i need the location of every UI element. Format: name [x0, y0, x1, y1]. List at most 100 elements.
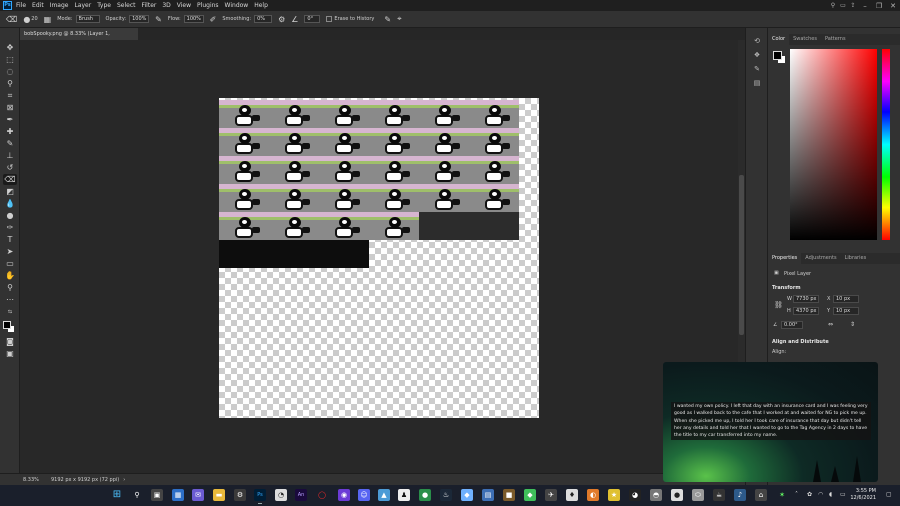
tray-app-icon[interactable]: ✿: [807, 491, 812, 498]
menu-image[interactable]: Image: [50, 2, 69, 9]
app-icon[interactable]: ●: [671, 489, 683, 501]
flow-input[interactable]: 100%: [183, 15, 204, 23]
crop-tool-icon[interactable]: ⌗: [3, 90, 17, 101]
flip-vertical-icon[interactable]: ⇕: [850, 321, 855, 328]
share-icon[interactable]: ⇪: [848, 2, 858, 9]
pressure-opacity-icon[interactable]: ✎: [155, 15, 162, 24]
menu-file[interactable]: File: [16, 2, 26, 9]
app-icon[interactable]: ⌂: [755, 489, 767, 501]
brushes-icon[interactable]: ✎: [752, 64, 762, 74]
notification-popup[interactable]: I wanted my own policy. I left that day …: [663, 362, 878, 482]
paint-bucket-icon[interactable]: ◩: [3, 186, 17, 197]
pen-tool-icon[interactable]: ✑: [3, 222, 17, 233]
app-icon[interactable]: ●: [419, 489, 431, 501]
learn-icon[interactable]: ❖: [752, 50, 762, 60]
app-icon[interactable]: ◔: [275, 489, 287, 501]
tab-libraries[interactable]: Libraries: [841, 253, 871, 264]
marquee-tool-icon[interactable]: ⬚: [3, 54, 17, 65]
minimize-button[interactable]: –: [858, 2, 872, 10]
workspace-icon[interactable]: ▭: [838, 2, 848, 9]
steam-icon[interactable]: ♨: [440, 489, 452, 501]
app-icon[interactable]: ◕: [629, 489, 641, 501]
app-icon[interactable]: ◓: [650, 489, 662, 501]
swap-colors-icon[interactable]: ⇆: [3, 307, 17, 318]
history-icon[interactable]: ⟲: [752, 36, 762, 46]
widgets-icon[interactable]: ▦: [172, 489, 184, 501]
tab-patterns[interactable]: Patterns: [821, 34, 850, 45]
status-arrow-icon[interactable]: ›: [123, 477, 125, 483]
menu-type[interactable]: Type: [97, 2, 111, 9]
blur-tool-icon[interactable]: 💧: [3, 198, 17, 209]
angle-input[interactable]: 0.00°: [781, 321, 803, 329]
brush-preset-icon[interactable]: ●: [23, 15, 30, 24]
volume-icon[interactable]: ◖: [829, 491, 832, 498]
app-icon[interactable]: ⬭: [692, 489, 704, 501]
tray-chevron-icon[interactable]: ˄: [795, 491, 798, 498]
document-canvas[interactable]: [219, 98, 539, 418]
quick-mask-icon[interactable]: ◙: [3, 336, 17, 347]
chat-icon[interactable]: ✉: [192, 489, 204, 501]
menu-window[interactable]: Window: [225, 2, 249, 9]
type-tool-icon[interactable]: T: [3, 234, 17, 245]
app-icon[interactable]: ◐: [587, 489, 599, 501]
eraser-tool-icon[interactable]: ⌫: [3, 174, 17, 185]
dodge-tool-icon[interactable]: ●: [3, 210, 17, 221]
menu-filter[interactable]: Filter: [142, 2, 157, 9]
maximize-button[interactable]: ❐: [872, 2, 886, 10]
close-button[interactable]: ✕: [886, 2, 900, 10]
battery-icon[interactable]: ▭: [840, 491, 846, 498]
opera-icon[interactable]: ◯: [316, 489, 328, 501]
task-view-icon[interactable]: ▣: [151, 489, 163, 501]
minecraft-icon[interactable]: ■: [503, 489, 515, 501]
mode-select[interactable]: Brush: [75, 15, 100, 23]
menu-select[interactable]: Select: [117, 2, 136, 9]
discord-icon[interactable]: ☺: [358, 489, 370, 501]
system-clock[interactable]: 3:55 PM 12/6/2021: [850, 488, 876, 502]
zoom-tool-icon[interactable]: ⚲: [3, 282, 17, 293]
app-icon[interactable]: ♦: [566, 489, 578, 501]
height-input[interactable]: 4370 px: [793, 307, 819, 315]
zoom-level[interactable]: 8.33%: [23, 477, 43, 483]
photoshop-logo[interactable]: Ps: [3, 1, 12, 10]
brush-tool-icon[interactable]: ✎: [3, 138, 17, 149]
app-icon[interactable]: ♪: [734, 489, 746, 501]
app-icon[interactable]: ✶: [776, 489, 788, 501]
app-icon[interactable]: ◆: [461, 489, 473, 501]
width-input[interactable]: 7730 px: [793, 295, 819, 303]
menu-view[interactable]: View: [177, 2, 191, 9]
airbrush-icon[interactable]: ✐: [210, 15, 217, 24]
hand-tool-icon[interactable]: ✋: [3, 270, 17, 281]
hue-slider[interactable]: [882, 49, 890, 240]
layers-icon[interactable]: ▤: [752, 78, 762, 88]
app-icon[interactable]: ☕: [713, 489, 725, 501]
app-icon[interactable]: ◉: [338, 489, 350, 501]
brush-settings-icon[interactable]: ▦: [44, 15, 52, 24]
menu-edit[interactable]: Edit: [32, 2, 44, 9]
search-icon[interactable]: ⚲: [828, 2, 838, 9]
app-icon[interactable]: ✈: [545, 489, 557, 501]
flip-horizontal-icon[interactable]: ⇔: [828, 321, 833, 328]
app-icon[interactable]: ◆: [524, 489, 536, 501]
smoothing-input[interactable]: 0%: [254, 15, 273, 23]
tab-adjustments[interactable]: Adjustments: [801, 253, 840, 264]
file-explorer-icon[interactable]: ▬: [213, 489, 225, 501]
app-icon[interactable]: ▤: [482, 489, 494, 501]
tab-swatches[interactable]: Swatches: [789, 34, 821, 45]
y-input[interactable]: 10 px: [833, 307, 859, 315]
menu-3d[interactable]: 3D: [162, 2, 170, 9]
wifi-icon[interactable]: ◠: [818, 491, 823, 498]
app-icon[interactable]: ♟: [398, 489, 410, 501]
notification-center-icon[interactable]: ▢: [886, 491, 892, 498]
quick-select-tool-icon[interactable]: ⚲: [3, 78, 17, 89]
tab-color[interactable]: Color: [768, 34, 790, 45]
align-distribute-heading[interactable]: Align and Distribute: [772, 339, 829, 345]
lasso-tool-icon[interactable]: ◌: [3, 66, 17, 77]
eraser-tool-icon[interactable]: ⌫: [6, 15, 17, 24]
document-tab[interactable]: bobSpooky.png @ 8.33% (Layer 1, RGB/8#)×: [20, 28, 138, 49]
clone-stamp-icon[interactable]: ⊥: [3, 150, 17, 161]
erase-to-history-checkbox[interactable]: [326, 16, 333, 22]
foreground-color-swatch[interactable]: [3, 321, 11, 329]
settings-icon[interactable]: ⚙: [234, 489, 246, 501]
move-tool-icon[interactable]: ✥: [3, 42, 17, 53]
tab-properties[interactable]: Properties: [768, 253, 802, 264]
